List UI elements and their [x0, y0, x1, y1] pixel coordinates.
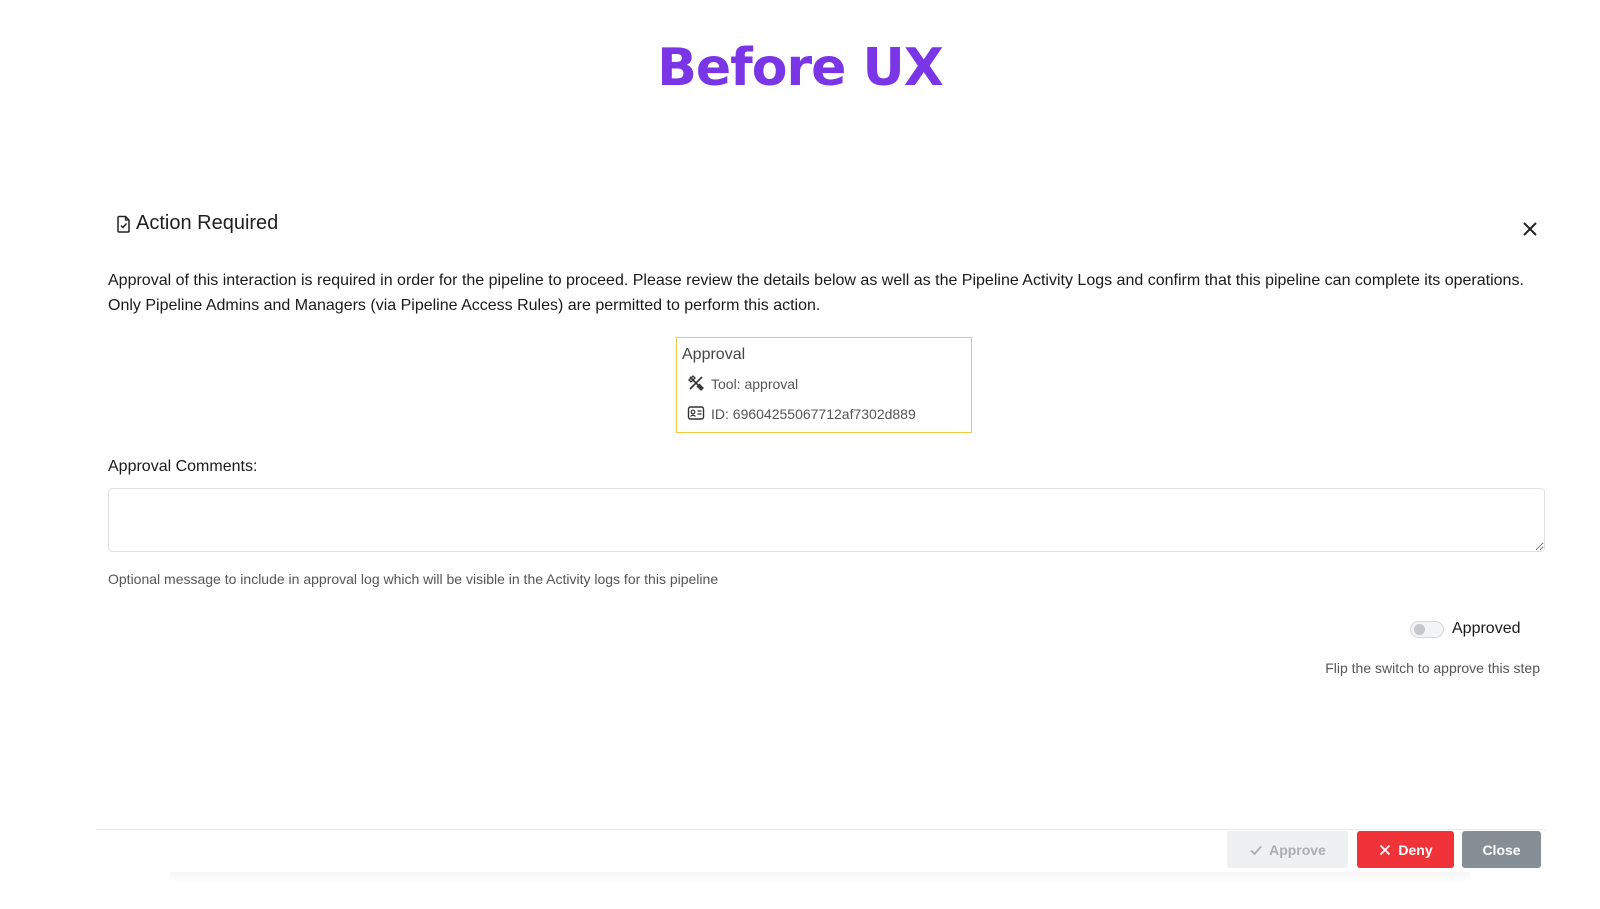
close-button[interactable]: Close — [1462, 831, 1541, 868]
id-card-icon — [687, 404, 711, 425]
approval-comments-input[interactable] — [108, 488, 1545, 552]
approved-toggle[interactable] — [1410, 620, 1444, 638]
comments-label: Approval Comments: — [108, 458, 258, 475]
toggle-knob — [1414, 623, 1425, 635]
close-icon[interactable] — [1520, 219, 1540, 239]
approval-card: Approval Tool: approval ID: 696042550677… — [676, 337, 972, 433]
modal-title: Action Required — [136, 212, 279, 234]
page-title: Before UX — [657, 38, 944, 98]
x-icon — [1380, 844, 1391, 855]
card-id-row: ID: 69604255067712af7302d889 — [687, 402, 966, 426]
card-title: Approval — [682, 346, 746, 363]
tools-icon — [687, 374, 711, 395]
modal-shadow — [170, 872, 1470, 884]
approve-button-label: Approve — [1269, 841, 1326, 858]
approved-toggle-label: Approved — [1452, 620, 1521, 637]
card-id-text: ID: 69604255067712af7302d889 — [711, 406, 916, 422]
toggle-hint-text: Flip the switch to approve this step — [1325, 660, 1540, 676]
check-icon — [1250, 845, 1262, 855]
deny-button-label: Deny — [1398, 841, 1433, 858]
intro-text: Approval of this interaction is required… — [108, 272, 1524, 314]
footer-divider — [96, 829, 1546, 830]
close-button-label: Close — [1482, 841, 1521, 858]
document-check-icon — [116, 214, 132, 234]
modal-header: Action Required — [116, 212, 278, 235]
card-tool-row: Tool: approval — [687, 372, 966, 396]
approve-button[interactable]: Approve — [1227, 831, 1348, 868]
card-tool-text: Tool: approval — [711, 376, 799, 392]
approved-toggle-group: Approved — [1410, 620, 1521, 638]
comments-helper-text: Optional message to include in approval … — [108, 571, 719, 587]
deny-button[interactable]: Deny — [1357, 831, 1454, 868]
